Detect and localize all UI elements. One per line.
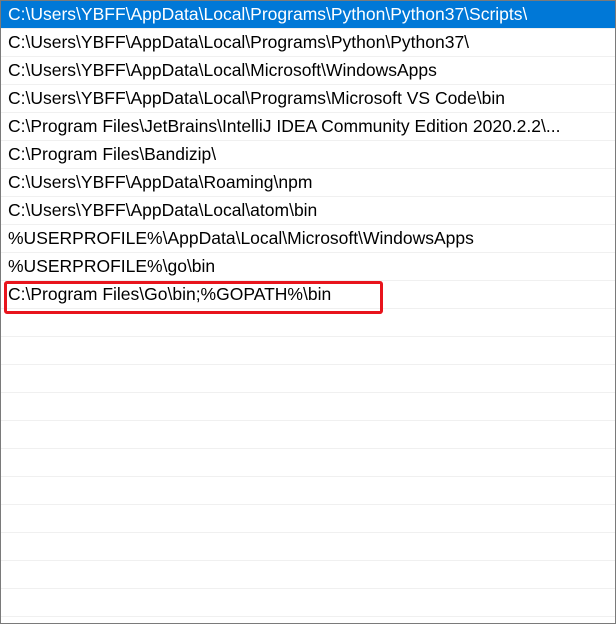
path-entry[interactable]: C:\Users\YBFF\AppData\Local\Microsoft\Wi… bbox=[1, 57, 615, 85]
path-entry[interactable]: %USERPROFILE%\AppData\Local\Microsoft\Wi… bbox=[1, 225, 615, 253]
path-entry-text: C:\Users\YBFF\AppData\Local\atom\bin bbox=[8, 200, 318, 220]
empty-row bbox=[1, 561, 615, 589]
path-entry-text: %USERPROFILE%\AppData\Local\Microsoft\Wi… bbox=[8, 228, 474, 248]
path-entry-list: C:\Users\YBFF\AppData\Local\Programs\Pyt… bbox=[1, 1, 615, 617]
path-entry-text: C:\Program Files\Bandizip\ bbox=[8, 144, 217, 164]
path-entry[interactable]: C:\Users\YBFF\AppData\Local\atom\bin bbox=[1, 197, 615, 225]
path-entry[interactable]: %USERPROFILE%\go\bin bbox=[1, 253, 615, 281]
path-entry-text: %USERPROFILE%\go\bin bbox=[8, 256, 216, 276]
path-entry-text: C:\Users\YBFF\AppData\Roaming\npm bbox=[8, 172, 313, 192]
empty-row bbox=[1, 337, 615, 365]
path-entry[interactable]: C:\Users\YBFF\AppData\Local\Programs\Pyt… bbox=[1, 29, 615, 57]
path-entry-highlighted[interactable]: C:\Program Files\Go\bin;%GOPATH%\bin bbox=[1, 281, 615, 309]
path-entry-text: C:\Program Files\JetBrains\IntelliJ IDEA… bbox=[8, 116, 561, 136]
empty-row bbox=[1, 365, 615, 393]
empty-row bbox=[1, 505, 615, 533]
empty-row bbox=[1, 393, 615, 421]
empty-row bbox=[1, 421, 615, 449]
empty-row bbox=[1, 309, 615, 337]
path-entry[interactable]: C:\Program Files\Bandizip\ bbox=[1, 141, 615, 169]
empty-row bbox=[1, 533, 615, 561]
empty-row bbox=[1, 449, 615, 477]
path-entry[interactable]: C:\Users\YBFF\AppData\Roaming\npm bbox=[1, 169, 615, 197]
path-listbox[interactable]: C:\Users\YBFF\AppData\Local\Programs\Pyt… bbox=[0, 0, 616, 624]
path-entry-text: C:\Users\YBFF\AppData\Local\Programs\Pyt… bbox=[8, 4, 528, 24]
path-entry-text: C:\Users\YBFF\AppData\Local\Microsoft\Wi… bbox=[8, 60, 437, 80]
path-entry[interactable]: C:\Users\YBFF\AppData\Local\Programs\Pyt… bbox=[1, 1, 615, 29]
path-entry[interactable]: C:\Program Files\JetBrains\IntelliJ IDEA… bbox=[1, 113, 615, 141]
empty-row bbox=[1, 589, 615, 617]
path-entry[interactable]: C:\Users\YBFF\AppData\Local\Programs\Mic… bbox=[1, 85, 615, 113]
path-entry-text: C:\Users\YBFF\AppData\Local\Programs\Mic… bbox=[8, 88, 505, 108]
empty-row bbox=[1, 477, 615, 505]
path-entry-text: C:\Program Files\Go\bin;%GOPATH%\bin bbox=[8, 284, 332, 304]
path-entry-text: C:\Users\YBFF\AppData\Local\Programs\Pyt… bbox=[8, 32, 470, 52]
